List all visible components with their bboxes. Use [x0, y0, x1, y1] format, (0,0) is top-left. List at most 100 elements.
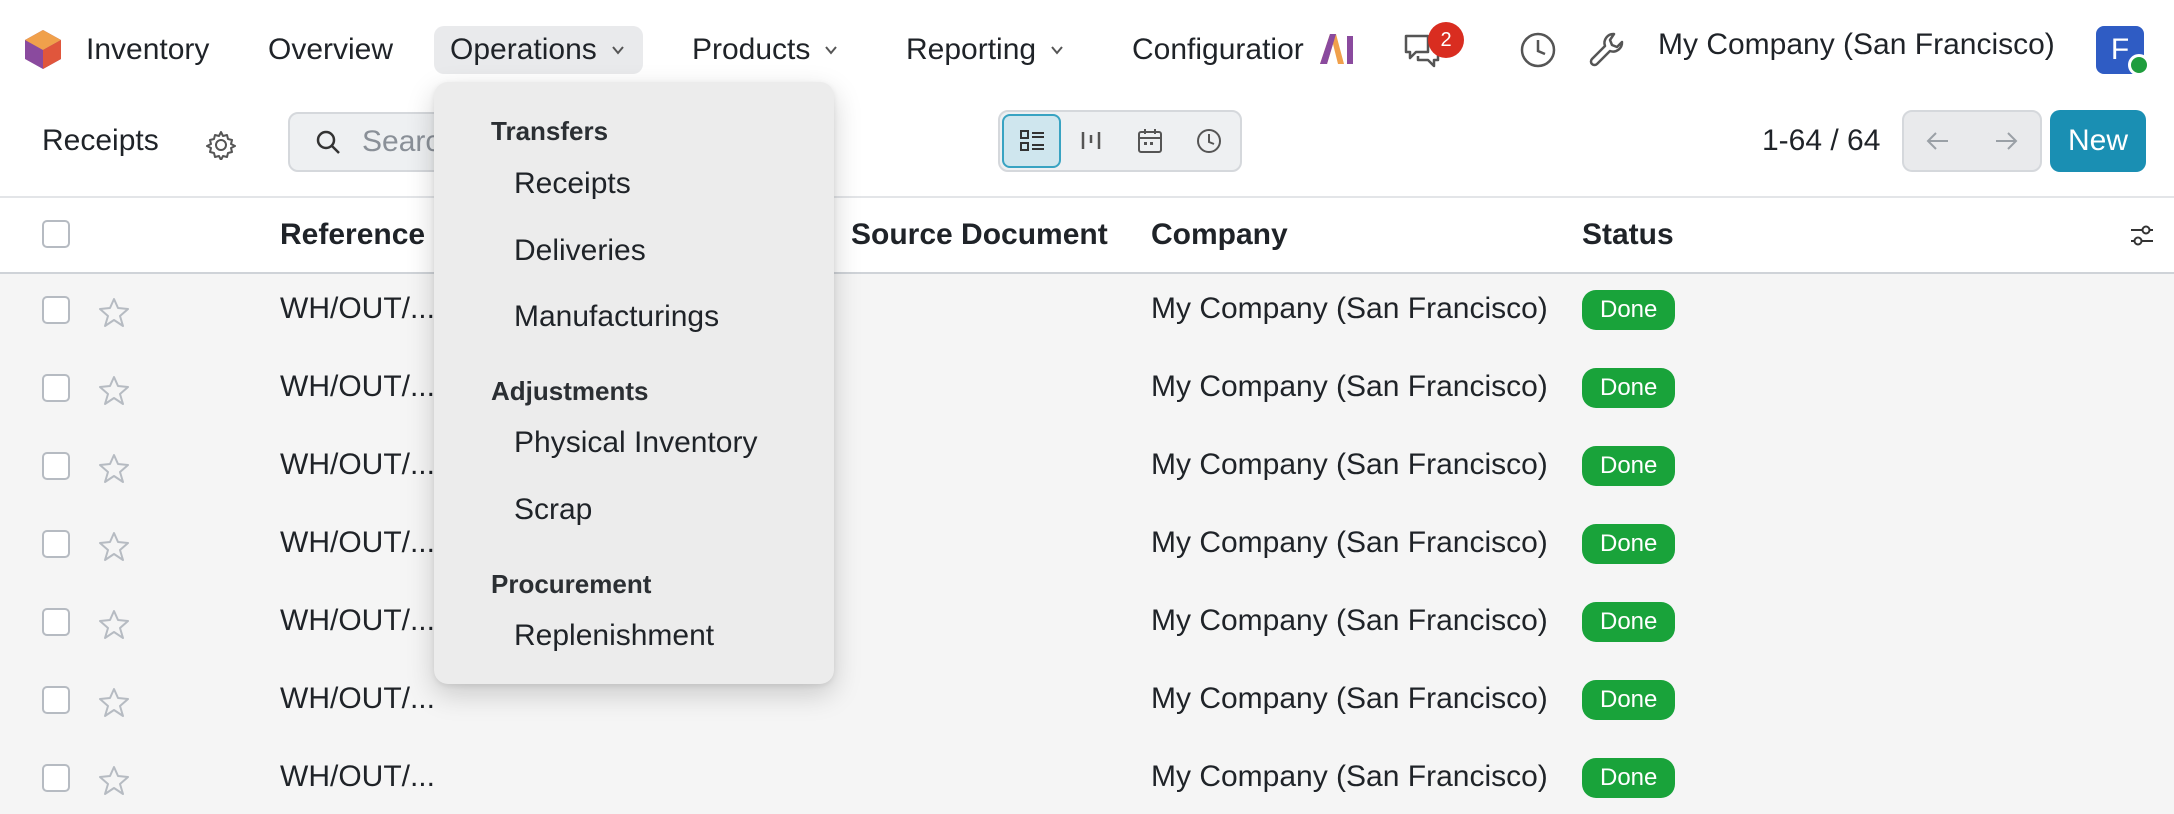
row-checkbox[interactable]: [42, 374, 70, 402]
activity-clock-icon[interactable]: [1518, 30, 1558, 70]
star-icon[interactable]: [98, 530, 130, 562]
dropdown-item-deliveries[interactable]: Deliveries: [514, 234, 646, 268]
pager-buttons: [1902, 110, 2042, 172]
row-checkbox[interactable]: [42, 608, 70, 636]
row-reference: WH/OUT/...: [280, 682, 435, 715]
status-badge: Done: [1582, 758, 1676, 798]
app-name[interactable]: Inventory: [70, 26, 225, 74]
status-badge: Done: [1582, 602, 1676, 642]
status-badge: Done: [1582, 446, 1676, 486]
row-company: My Company (San Francisco): [1151, 760, 1548, 793]
row-checkbox[interactable]: [42, 530, 70, 558]
menu-products-label: Products: [692, 33, 811, 66]
inventory-app-logo-icon[interactable]: [22, 28, 64, 70]
dropdown-section-procurement: Procurement: [491, 569, 652, 599]
dropdown-item-scrap[interactable]: Scrap: [514, 493, 592, 527]
table-row[interactable]: WH/OUT/... My Company (San Francisco) Do…: [0, 742, 2174, 814]
table-row[interactable]: WH/OUT/... My Company (San Francisco) Do…: [0, 274, 2174, 352]
dropdown-item-receipts[interactable]: Receipts: [514, 167, 631, 201]
chevron-down-icon: [611, 46, 624, 55]
table-body: WH/OUT/... My Company (San Francisco) Do…: [0, 274, 2174, 814]
status-badge: Done: [1582, 524, 1676, 564]
activity-view-button[interactable]: [1179, 114, 1238, 168]
control-panel: Receipts Search... 1-64 / 64 New: [0, 100, 2174, 198]
column-header-status[interactable]: Status: [1582, 218, 1674, 252]
clock-icon: [1196, 129, 1221, 153]
star-icon[interactable]: [98, 608, 130, 640]
row-company: My Company (San Francisco): [1151, 682, 1548, 715]
gear-icon[interactable]: [206, 130, 236, 160]
row-checkbox[interactable]: [42, 764, 70, 792]
dropdown-section-adjustments: Adjustments: [491, 376, 649, 406]
pager-previous-button[interactable]: [1904, 112, 1972, 170]
chevron-down-icon: [1051, 46, 1063, 55]
table-row[interactable]: WH/OUT/... My Company (San Francisco) Do…: [0, 664, 2174, 742]
star-icon[interactable]: [98, 452, 130, 484]
column-settings-icon[interactable]: [2128, 222, 2156, 250]
row-company: My Company (San Francisco): [1151, 604, 1548, 637]
calendar-view-button[interactable]: [1120, 114, 1179, 168]
dropdown-item-replenishment[interactable]: Replenishment: [514, 619, 714, 653]
status-badge: Done: [1582, 680, 1676, 720]
column-header-reference[interactable]: Reference: [280, 218, 425, 252]
column-header-company[interactable]: Company: [1151, 218, 1288, 252]
pager-next-button[interactable]: [1972, 112, 2040, 170]
status-badge: Done: [1582, 368, 1676, 408]
calendar-icon: [1137, 129, 1162, 153]
dropdown-section-transfers: Transfers: [491, 116, 609, 146]
menu-operations-label: Operations: [450, 33, 597, 66]
row-reference: WH/OUT/...: [280, 292, 435, 325]
table-row[interactable]: WH/OUT/... My Company (San Francisco) Do…: [0, 508, 2174, 586]
star-icon[interactable]: [98, 764, 130, 796]
arrow-left-icon: [1926, 132, 1948, 150]
row-company: My Company (San Francisco): [1151, 292, 1548, 325]
menu-overview[interactable]: Overview: [252, 26, 409, 74]
kanban-view-button[interactable]: [1061, 114, 1120, 168]
column-header-source-document[interactable]: Source Document: [851, 218, 1108, 252]
list-view-button[interactable]: [1002, 114, 1062, 168]
menu-configuration[interactable]: Configuratior: [1116, 26, 1320, 74]
table-row[interactable]: WH/OUT/... My Company (San Francisco) Do…: [0, 430, 2174, 508]
table-header: Reference Source Document Company Status: [0, 198, 2174, 274]
table-row[interactable]: WH/OUT/... My Company (San Francisco) Do…: [0, 586, 2174, 664]
menu-operations[interactable]: Operations: [434, 26, 643, 74]
menu-reporting[interactable]: Reporting: [890, 26, 1082, 74]
operations-dropdown-menu: Transfers Receipts Deliveries Manufactur…: [434, 82, 834, 684]
row-reference: WH/OUT/...: [280, 760, 435, 793]
view-switcher: [998, 110, 1242, 172]
dropdown-item-manufacturings[interactable]: Manufacturings: [514, 300, 719, 334]
online-status-dot: [2128, 54, 2150, 76]
wrench-icon[interactable]: [1588, 30, 1628, 70]
row-checkbox[interactable]: [42, 296, 70, 324]
ai-icon[interactable]: [1318, 32, 1356, 66]
row-reference: WH/OUT/...: [280, 526, 435, 559]
breadcrumb[interactable]: Receipts: [42, 124, 159, 158]
chevron-down-icon: [825, 46, 838, 55]
new-button[interactable]: New: [2050, 110, 2146, 172]
list-view-icon: [1019, 130, 1044, 151]
row-company: My Company (San Francisco): [1151, 526, 1548, 559]
row-reference: WH/OUT/...: [280, 370, 435, 403]
row-checkbox[interactable]: [42, 452, 70, 480]
star-icon[interactable]: [98, 296, 130, 328]
row-company: My Company (San Francisco): [1151, 448, 1548, 481]
table-row[interactable]: WH/OUT/... My Company (San Francisco) Do…: [0, 352, 2174, 430]
star-icon[interactable]: [98, 686, 130, 718]
company-switcher[interactable]: My Company (San Francisco): [1658, 28, 2055, 62]
arrow-right-icon: [1996, 132, 2018, 150]
pager-value[interactable]: 1-64 / 64: [1762, 124, 1880, 158]
top-navbar: Inventory Overview Operations Products R…: [0, 0, 2174, 100]
menu-configuration-label: Configuratior: [1132, 33, 1304, 66]
dropdown-item-physical-inventory[interactable]: Physical Inventory: [514, 426, 757, 460]
row-reference: WH/OUT/...: [280, 604, 435, 637]
kanban-view-icon: [1081, 132, 1100, 149]
select-all-checkbox[interactable]: [42, 220, 70, 248]
menu-reporting-label: Reporting: [906, 33, 1037, 66]
menu-products[interactable]: Products: [676, 26, 856, 74]
star-icon[interactable]: [98, 374, 130, 406]
messages-count-badge: 2: [1428, 22, 1464, 58]
row-company: My Company (San Francisco): [1151, 370, 1548, 403]
row-reference: WH/OUT/...: [280, 448, 435, 481]
row-checkbox[interactable]: [42, 686, 70, 714]
search-icon: [316, 130, 340, 154]
